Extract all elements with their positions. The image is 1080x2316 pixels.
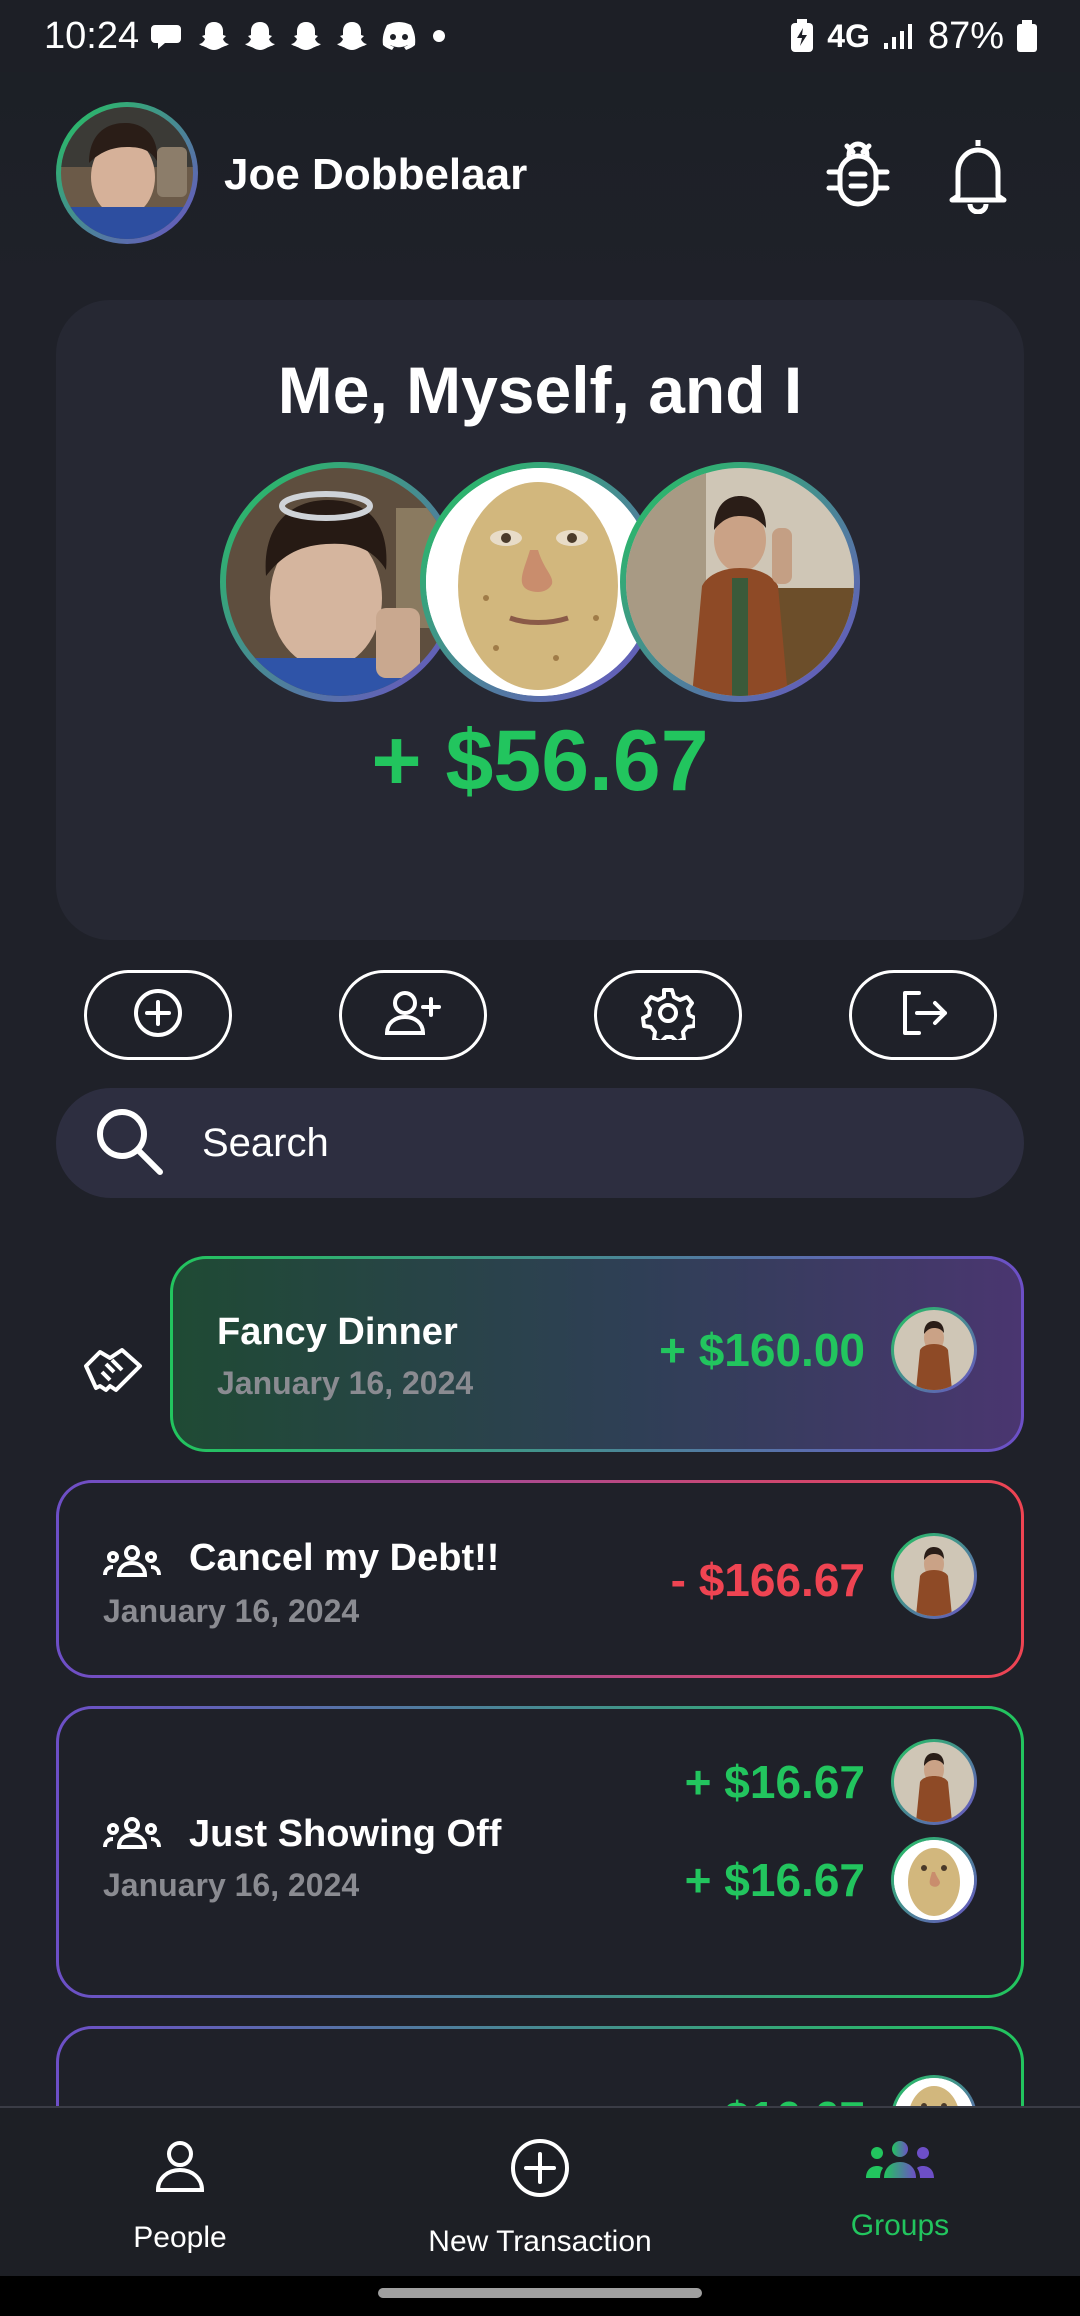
bug-report-button[interactable] xyxy=(818,132,898,220)
nav-label: People xyxy=(133,2221,227,2254)
transaction-date: January 16, 2024 xyxy=(103,1593,360,1629)
chat-bubble-icon xyxy=(151,21,185,51)
avatar-image xyxy=(894,1310,974,1390)
transaction-card[interactable]: Just Showing Off January 16, 2024 + $16.… xyxy=(56,1706,1024,1998)
leave-icon xyxy=(897,987,949,1044)
user-avatar-image xyxy=(61,107,193,239)
transaction-card[interactable]: Fancy Dinner January 16, 2024 + $160.00 xyxy=(170,1256,1024,1452)
transaction-date: January 16, 2024 xyxy=(217,1365,474,1401)
snapchat-icon xyxy=(197,19,231,53)
signal-icon xyxy=(882,21,916,51)
discord-icon xyxy=(381,21,417,51)
handshake-icon xyxy=(82,1342,144,1401)
dot-icon xyxy=(429,26,449,46)
leave-group-button[interactable] xyxy=(849,970,997,1060)
group-settings-button[interactable] xyxy=(594,970,742,1060)
groups-icon xyxy=(864,2138,936,2187)
transaction-card[interactable]: Cancel my Debt!! January 16, 2024 - $166… xyxy=(56,1480,1024,1678)
transaction-date: January 16, 2024 xyxy=(103,1867,360,1903)
user-name: Joe Dobbelaar xyxy=(224,150,528,199)
status-right: 4G 87% xyxy=(789,15,1038,58)
add-transaction-button[interactable] xyxy=(84,970,232,1060)
network-type: 4G xyxy=(827,17,870,54)
status-time: 10:24 xyxy=(44,14,140,57)
snapchat-icon xyxy=(335,19,369,53)
transaction-title: Just Showing Off xyxy=(189,1813,502,1855)
add-circle-icon xyxy=(132,987,184,1044)
transaction-title: Fancy Dinner xyxy=(217,1311,458,1353)
bottom-nav: People New Transaction Groups xyxy=(0,2106,1080,2276)
add-member-button[interactable] xyxy=(339,970,487,1060)
member-avatar-friend[interactable] xyxy=(620,462,860,702)
notifications-button[interactable] xyxy=(938,132,1018,220)
group-summary-card: Me, Myself, and I + $56.67 xyxy=(56,300,1024,940)
search-icon xyxy=(92,1104,166,1183)
transaction-amount: - $166.67 xyxy=(670,1554,865,1606)
group-icon xyxy=(103,1543,161,1584)
home-indicator[interactable] xyxy=(378,2288,702,2298)
nav-groups[interactable]: Groups xyxy=(720,2108,1080,2276)
avatar-image xyxy=(894,1840,974,1920)
avatar-image xyxy=(894,1742,974,1822)
nav-new-transaction[interactable]: New Transaction xyxy=(360,2108,720,2276)
transaction-avatar xyxy=(891,1307,977,1393)
battery-icon xyxy=(1016,19,1038,53)
user-avatar[interactable] xyxy=(56,102,198,244)
avatar-image xyxy=(894,1536,974,1616)
transaction-avatar xyxy=(891,1739,977,1825)
transaction-amount: + $16.67 xyxy=(684,1854,865,1906)
search-bar[interactable]: Search xyxy=(56,1088,1024,1198)
status-left: 10:24 xyxy=(44,15,449,58)
person-icon xyxy=(152,2138,208,2199)
nav-label: Groups xyxy=(850,2209,950,2242)
add-user-icon xyxy=(383,987,443,1044)
member-avatar-image xyxy=(626,468,854,696)
transaction-avatar xyxy=(891,1533,977,1619)
battery-saver-icon xyxy=(789,18,815,54)
nav-label: New Transaction xyxy=(428,2225,652,2258)
transaction-amount: + $160.00 xyxy=(659,1324,865,1376)
snapchat-icon xyxy=(243,19,277,53)
snapchat-icon xyxy=(289,19,323,53)
nav-people[interactable]: People xyxy=(0,2108,360,2276)
group-title: Me, Myself, and I xyxy=(277,353,803,427)
group-icon xyxy=(103,1815,161,1856)
add-circle-icon xyxy=(510,2138,570,2203)
bell-icon xyxy=(946,134,1010,219)
app-header: Joe Dobbelaar xyxy=(0,72,1080,282)
transaction-avatar xyxy=(891,1837,977,1923)
bug-report-icon xyxy=(825,136,891,217)
search-input[interactable]: Search xyxy=(202,1121,329,1166)
status-bar: 10:24 4G 87% xyxy=(0,0,1080,72)
group-balance: + $56.67 xyxy=(371,713,709,809)
transaction-title: Cancel my Debt!! xyxy=(189,1537,500,1579)
gear-icon xyxy=(641,986,697,1045)
battery-percent: 87% xyxy=(927,14,1004,57)
transaction-amount: + $16.67 xyxy=(684,1756,865,1808)
